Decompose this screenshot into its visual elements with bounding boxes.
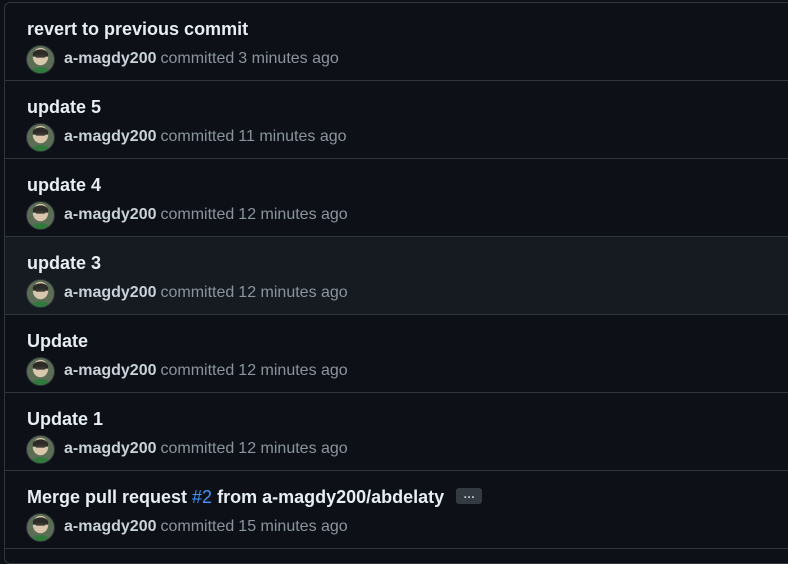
commit-meta: a-magdy200 committed 12 minutes ago: [26, 356, 348, 386]
commit-title-link[interactable]: revert to previous commit: [27, 19, 248, 39]
avatar[interactable]: [26, 434, 55, 464]
commit-meta: a-magdy200 committed 12 minutes ago: [26, 200, 348, 230]
avatar[interactable]: [26, 44, 55, 74]
commit-time[interactable]: 12 minutes ago: [238, 206, 347, 224]
commit-row: update 5 a-magdy200 committed 11 minutes…: [5, 81, 788, 159]
commit-time[interactable]: 12 minutes ago: [238, 284, 347, 302]
commit-author[interactable]: a-magdy200: [64, 362, 157, 380]
commit-author[interactable]: a-magdy200: [64, 284, 157, 302]
commit-time[interactable]: 11 minutes ago: [238, 128, 346, 146]
avatar[interactable]: [26, 122, 55, 152]
expand-message-button[interactable]: …: [456, 488, 483, 505]
commit-title: update 4: [27, 174, 101, 196]
commit-meta: a-magdy200 committed 12 minutes ago: [26, 278, 348, 308]
commit-list: revert to previous commit a-magdy200 com…: [5, 3, 788, 549]
commit-action: committed: [160, 50, 235, 67]
commit-action: committed: [160, 440, 235, 457]
commit-title-link[interactable]: Update: [27, 331, 88, 351]
commit-time[interactable]: 3 minutes ago: [238, 50, 339, 68]
commit-author[interactable]: a-magdy200: [64, 206, 157, 224]
commit-action: committed: [160, 362, 235, 379]
commit-action: committed: [160, 518, 235, 535]
commit-meta: a-magdy200 committed 12 minutes ago: [26, 434, 348, 464]
commit-author[interactable]: a-magdy200: [64, 128, 157, 146]
commit-action: committed: [160, 128, 235, 145]
commit-title-link[interactable]: Update 1: [27, 409, 103, 429]
avatar[interactable]: [26, 356, 55, 386]
commit-row: Update a-magdy200 committed 12 minutes a…: [5, 315, 788, 393]
commit-row: update 4 a-magdy200 committed 12 minutes…: [5, 159, 788, 237]
commit-author[interactable]: a-magdy200: [64, 518, 157, 536]
commit-meta: a-magdy200 committed 15 minutes ago: [26, 512, 348, 542]
commit-title-link[interactable]: from a-magdy200/abdelaty: [212, 487, 444, 507]
commit-author[interactable]: a-magdy200: [64, 50, 157, 68]
commit-author[interactable]: a-magdy200: [64, 440, 157, 458]
commit-title-link[interactable]: Merge pull request: [27, 487, 192, 507]
commit-meta: a-magdy200 committed 11 minutes ago: [26, 122, 347, 152]
avatar[interactable]: [26, 512, 55, 542]
commit-title-link[interactable]: update 3: [27, 253, 101, 273]
commit-title: Merge pull request #2 from a-magdy200/ab…: [27, 486, 483, 508]
commit-row: update 3 a-magdy200 committed 12 minutes…: [5, 237, 788, 315]
commit-title: revert to previous commit: [27, 18, 248, 40]
avatar[interactable]: [26, 200, 55, 230]
commit-time[interactable]: 12 minutes ago: [238, 440, 347, 458]
commit-title-link[interactable]: update 5: [27, 97, 101, 117]
commit-title: update 3: [27, 252, 101, 274]
commit-row: Merge pull request #2 from a-magdy200/ab…: [5, 471, 788, 549]
commit-action: committed: [160, 206, 235, 223]
commit-row: Update 1 a-magdy200 committed 12 minutes…: [5, 393, 788, 471]
commit-meta: a-magdy200 committed 3 minutes ago: [26, 44, 339, 74]
avatar[interactable]: [26, 278, 55, 308]
commit-history-panel: revert to previous commit a-magdy200 com…: [4, 2, 788, 564]
commit-time[interactable]: 15 minutes ago: [238, 518, 347, 536]
commit-time[interactable]: 12 minutes ago: [238, 362, 347, 380]
commit-title: Update: [27, 330, 88, 352]
commit-action: committed: [160, 284, 235, 301]
commit-title-link[interactable]: update 4: [27, 175, 101, 195]
commit-title: update 5: [27, 96, 101, 118]
pull-request-link[interactable]: #2: [192, 487, 212, 507]
commit-title: Update 1: [27, 408, 103, 430]
commit-row: revert to previous commit a-magdy200 com…: [5, 3, 788, 81]
